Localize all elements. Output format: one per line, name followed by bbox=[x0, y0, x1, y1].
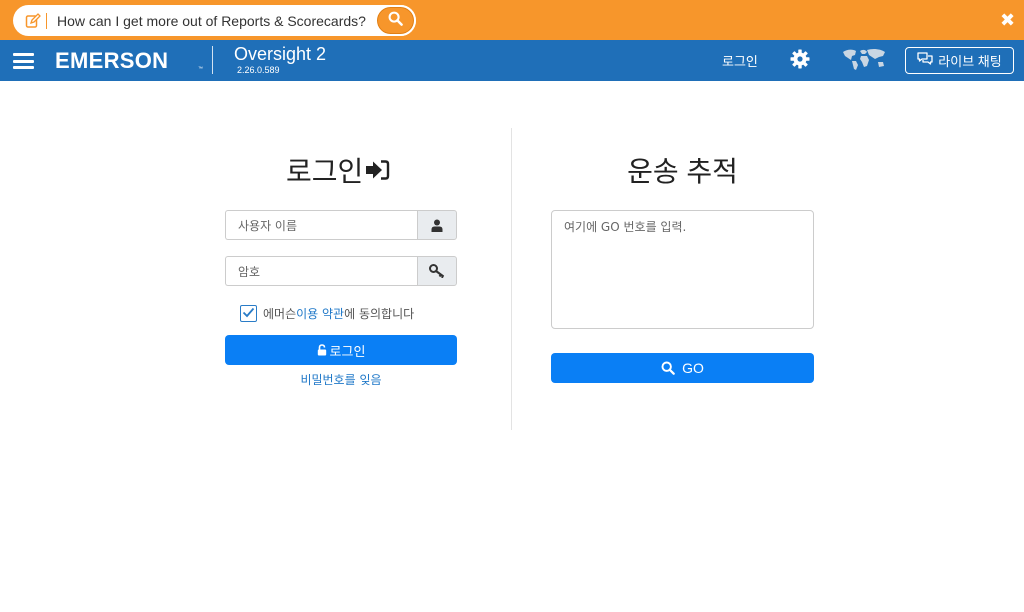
version-number: 2.26.0.589 bbox=[237, 65, 280, 75]
top-navbar: EMERSON ™ Oversight 2 2.26.0.589 로그인 라이브… bbox=[0, 40, 1024, 81]
login-heading: 로그인 bbox=[286, 150, 390, 190]
help-search-button[interactable] bbox=[375, 5, 416, 36]
nav-login-link[interactable]: 로그인 bbox=[722, 51, 758, 70]
logo-trademark: ™ bbox=[198, 66, 203, 72]
search-icon bbox=[661, 361, 675, 375]
username-input[interactable]: 사용자 이름 bbox=[225, 210, 417, 240]
go-number-textarea[interactable]: 여기에 GO 번호를 입력. bbox=[551, 210, 814, 329]
logo-divider bbox=[212, 46, 213, 74]
help-question-text[interactable]: How can I get more out of Reports & Scor… bbox=[57, 13, 366, 29]
terms-prefix: 에머슨 bbox=[263, 307, 297, 321]
gear-icon[interactable] bbox=[790, 49, 810, 69]
key-icon bbox=[417, 256, 457, 286]
help-bar: How can I get more out of Reports & Scor… bbox=[0, 0, 1024, 40]
terms-suffix: 에 동의합니다 bbox=[344, 307, 415, 321]
world-map-icon[interactable] bbox=[841, 47, 887, 71]
product-name: Oversight 2 bbox=[234, 44, 327, 64]
terms-link[interactable]: 이용 약관 bbox=[296, 305, 344, 322]
login-title-text: 로그인 bbox=[286, 156, 364, 187]
terms-row: 에머슨 이용 약관 에 동의합니다 bbox=[240, 305, 414, 322]
password-group: 암호 bbox=[225, 256, 457, 286]
chat-icon bbox=[917, 52, 933, 69]
panel-divider bbox=[511, 128, 512, 430]
unlock-icon bbox=[317, 344, 327, 356]
user-icon bbox=[417, 210, 457, 240]
forgot-password-link[interactable]: 비밀번호를 잊음 bbox=[225, 371, 457, 388]
live-chat-button[interactable]: 라이브 채팅 bbox=[905, 47, 1014, 74]
password-input[interactable]: 암호 bbox=[225, 256, 417, 286]
edit-icon bbox=[24, 12, 42, 30]
go-button[interactable]: GO bbox=[551, 353, 814, 383]
check-icon bbox=[242, 307, 255, 321]
emerson-logo[interactable]: EMERSON bbox=[55, 48, 168, 74]
go-button-label: GO bbox=[682, 360, 704, 376]
help-search-pill[interactable]: How can I get more out of Reports & Scor… bbox=[13, 5, 416, 36]
terms-checkbox[interactable] bbox=[240, 305, 257, 322]
login-button-label: 로그인 bbox=[329, 344, 366, 360]
username-group: 사용자 이름 bbox=[225, 210, 457, 240]
login-button[interactable]: 로그인 bbox=[225, 335, 457, 365]
menu-icon[interactable] bbox=[13, 53, 34, 69]
sign-in-icon bbox=[364, 158, 390, 182]
search-icon bbox=[388, 11, 403, 31]
live-chat-label: 라이브 채팅 bbox=[938, 54, 1002, 69]
help-separator bbox=[46, 12, 47, 29]
close-icon[interactable]: ✖ bbox=[1000, 11, 1015, 29]
tracking-heading: 운송 추적 bbox=[627, 156, 738, 187]
